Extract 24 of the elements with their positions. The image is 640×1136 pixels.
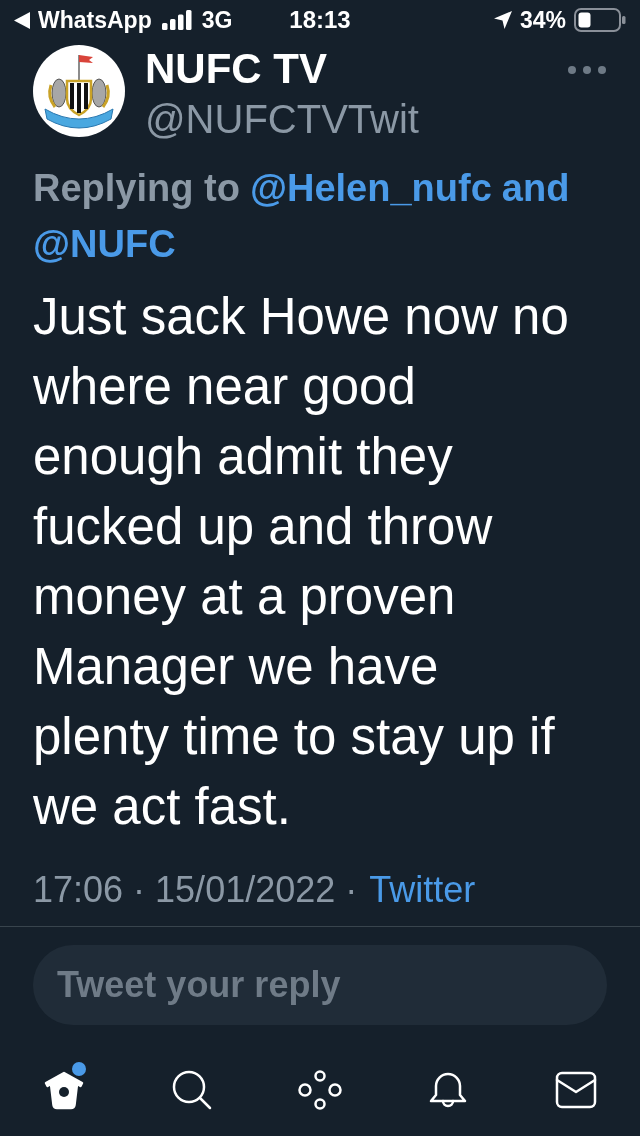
- back-button[interactable]: WhatsApp: [14, 2, 152, 38]
- source-link[interactable]: Twitter: [369, 870, 476, 910]
- four-circles-icon: [298, 1070, 342, 1110]
- back-arrow-icon: [14, 11, 30, 29]
- battery-percentage: 34%: [519, 5, 566, 35]
- mail-icon: [555, 1071, 597, 1109]
- location-arrow-icon: [493, 11, 512, 29]
- network-type: 3G: [201, 5, 233, 35]
- mention-link[interactable]: @NUFC: [33, 216, 176, 272]
- tweet-timestamp: 17:06 · 15/01/2022 ·: [33, 870, 358, 910]
- tweet-text: Just sack Howe now no where near good enough admit they fucked up and throw money at a proven Manager we have plenty time to stay up if we act fast.: [33, 287, 570, 837]
- author-handle: @NUFCTVTwit: [145, 96, 419, 142]
- birdhouse-home-icon: [43, 1070, 85, 1110]
- reply-field[interactable]: Tweet your reply: [33, 945, 607, 1025]
- signal-bars-icon: [161, 10, 192, 30]
- search-icon: [171, 1069, 213, 1111]
- clock-time: 18:13: [289, 5, 351, 35]
- more-icon[interactable]: [567, 65, 607, 75]
- conjunction-word: and: [501, 166, 570, 211]
- crest-logo-icon: [33, 45, 125, 137]
- battery-icon: [574, 8, 626, 32]
- mention-link[interactable]: @Helen_nufc: [249, 160, 492, 216]
- replying-to-label: Replying to: [33, 166, 240, 211]
- author-name: NUFC TV: [145, 45, 328, 93]
